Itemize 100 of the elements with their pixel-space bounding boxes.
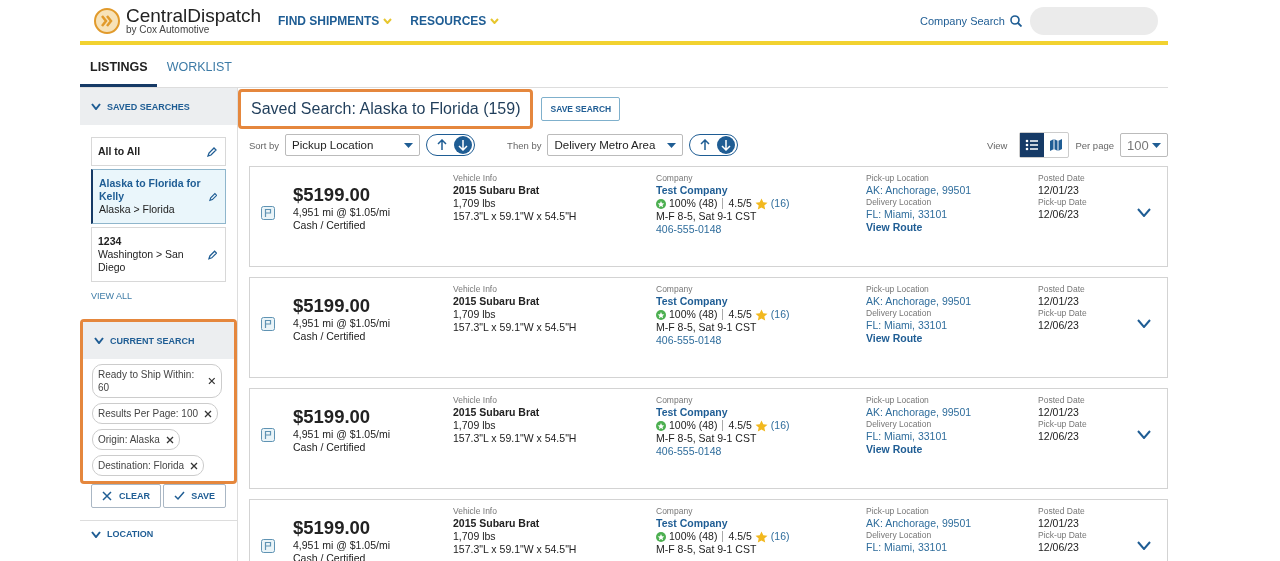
save-search-button[interactable]: SAVE SEARCH (541, 97, 621, 121)
field-label: Pick-up Date (1038, 419, 1088, 430)
pickup-date: 12/06/23 (1038, 430, 1080, 443)
save-button[interactable]: SAVE (163, 484, 226, 508)
delivery-location-link[interactable]: FL: Miami, 33101 (866, 208, 1038, 221)
sort-label: Then by (507, 139, 542, 151)
distance-rate: 4,951 mi @ $1.05/mi (293, 206, 392, 219)
flag-icon[interactable] (261, 206, 275, 220)
view-label: View (987, 139, 1008, 151)
field-label: Vehicle Info (453, 284, 498, 295)
vehicle-name: 2015 Subaru Brat (453, 295, 541, 308)
sort-dropdown[interactable]: Delivery Metro Area (547, 134, 684, 156)
flag-icon[interactable] (261, 539, 275, 553)
chevron-down-icon[interactable] (1137, 208, 1151, 217)
chevron-down-icon (91, 103, 101, 110)
close-icon[interactable] (190, 461, 199, 470)
phone-link[interactable]: 406-555-0148 (656, 334, 866, 347)
close-icon[interactable] (208, 377, 216, 385)
view-route-link[interactable]: View Route (866, 221, 1038, 234)
star-icon (754, 419, 768, 432)
pencil-icon[interactable] (207, 146, 217, 157)
map-icon (1049, 138, 1064, 152)
field-label: Delivery Location (866, 530, 933, 541)
vehicle-weight: 1,709 lbs (453, 530, 497, 543)
posted-date: 12/01/23 (1038, 184, 1080, 197)
section-header[interactable]: SAVED SEARCHES (80, 88, 237, 125)
logo-name: CentralDispatch (126, 6, 262, 25)
vehicle-dimensions: 157.3"L x 59.1"W x 54.5"H (453, 432, 578, 445)
review-count-link[interactable]: (16) (770, 530, 790, 543)
company-link[interactable]: Test Company (656, 406, 866, 419)
pencil-icon[interactable] (208, 191, 217, 202)
payment-terms: Cash / Certified (293, 330, 367, 343)
list-view-button[interactable] (1020, 133, 1045, 157)
pickup-location-link[interactable]: AK: Anchorage, 99501 (866, 295, 1038, 308)
review-count-link[interactable]: (16) (770, 419, 790, 432)
vehicle-name: 2015 Subaru Brat (453, 184, 541, 197)
section-header[interactable]: LOCATION (80, 520, 237, 547)
company-link[interactable]: Test Company (656, 184, 866, 197)
field-label: Pick-up Date (1038, 530, 1088, 541)
phone-link[interactable]: 406-555-0148 (656, 445, 866, 458)
field-label: Posted Date (1038, 506, 1086, 517)
rating-percent: 100% (48) (669, 419, 718, 432)
sort-dropdown[interactable]: Pickup Location (285, 134, 421, 156)
listing-price: $5199.00 (293, 183, 372, 206)
company-link[interactable]: Test Company (656, 295, 866, 308)
listing-price: $5199.00 (293, 405, 372, 428)
phone-link[interactable]: 406-555-0148 (656, 223, 866, 236)
saved-search-item[interactable]: 1234 Washington > San Diego (91, 227, 226, 282)
saved-search-item[interactable]: Alaska to Florida for Kelly Alaska > Florida (91, 169, 226, 224)
pickup-location-link[interactable]: AK: Anchorage, 99501 (866, 517, 1038, 530)
delivery-location-link[interactable]: FL: Miami, 33101 (866, 430, 1038, 443)
company-link[interactable]: Test Company (656, 517, 866, 530)
company-search-link[interactable]: Company Search (920, 14, 1022, 27)
field-label: Posted Date (1038, 284, 1086, 295)
close-icon[interactable] (204, 409, 213, 418)
clear-button[interactable]: CLEAR (91, 484, 161, 508)
nav-menu[interactable]: FIND SHIPMENTS (278, 13, 393, 28)
delivery-location-link[interactable]: FL: Miami, 33101 (866, 541, 1038, 554)
listing-card[interactable] (249, 277, 1168, 378)
tab[interactable]: WORKLIST (156, 50, 241, 87)
listing-card[interactable] (249, 388, 1168, 489)
field-label: Delivery Location (866, 308, 933, 319)
rating-score: 4.5/5 (728, 419, 752, 432)
posted-date: 12/01/23 (1038, 406, 1080, 419)
close-icon (102, 491, 113, 501)
section-header[interactable]: CURRENT SEARCH (83, 322, 234, 359)
view-all-link[interactable]: VIEW ALL (80, 285, 144, 301)
pencil-icon[interactable] (207, 249, 217, 260)
nav-menu[interactable]: RESOURCES (410, 13, 500, 28)
rating-percent: 100% (48) (669, 308, 718, 321)
arrow-down-icon (721, 139, 732, 151)
arrow-down-icon (458, 139, 469, 151)
close-icon[interactable] (165, 435, 174, 444)
review-count-link[interactable]: (16) (770, 197, 790, 210)
pickup-date: 12/06/23 (1038, 319, 1080, 332)
field-label: Pick-up Date (1038, 308, 1088, 319)
chevron-down-icon[interactable] (1137, 319, 1151, 328)
view-route-link[interactable]: View Route (866, 443, 1038, 456)
rating-score: 4.5/5 (728, 197, 752, 210)
badge-icon (656, 198, 666, 209)
field-label: Vehicle Info (453, 506, 498, 517)
chip-label: Destination: Florida (98, 459, 185, 472)
view-route-link[interactable]: View Route (866, 332, 1038, 345)
chevron-down-icon[interactable] (1137, 541, 1151, 550)
review-count-link[interactable]: (16) (770, 308, 790, 321)
posted-date: 12/01/23 (1038, 517, 1080, 530)
per-page-dropdown[interactable]: 100 (1120, 133, 1168, 157)
caret-icon (667, 142, 677, 148)
chevron-down-icon[interactable] (1137, 430, 1151, 439)
payment-terms: Cash / Certified (293, 219, 367, 232)
business-hours: M-F 8-5, Sat 9-1 CST (656, 432, 758, 445)
pickup-location-link[interactable]: AK: Anchorage, 99501 (866, 406, 1038, 419)
field-label: Pick-up Location (866, 173, 930, 184)
flag-icon[interactable] (261, 317, 275, 331)
flag-icon[interactable] (261, 428, 275, 442)
listing-card[interactable] (249, 166, 1168, 267)
chip-label: Ready to Ship Within: 60 (98, 368, 196, 394)
saved-search-item[interactable]: All to All (91, 137, 226, 166)
pickup-location-link[interactable]: AK: Anchorage, 99501 (866, 184, 1038, 197)
delivery-location-link[interactable]: FL: Miami, 33101 (866, 319, 1038, 332)
